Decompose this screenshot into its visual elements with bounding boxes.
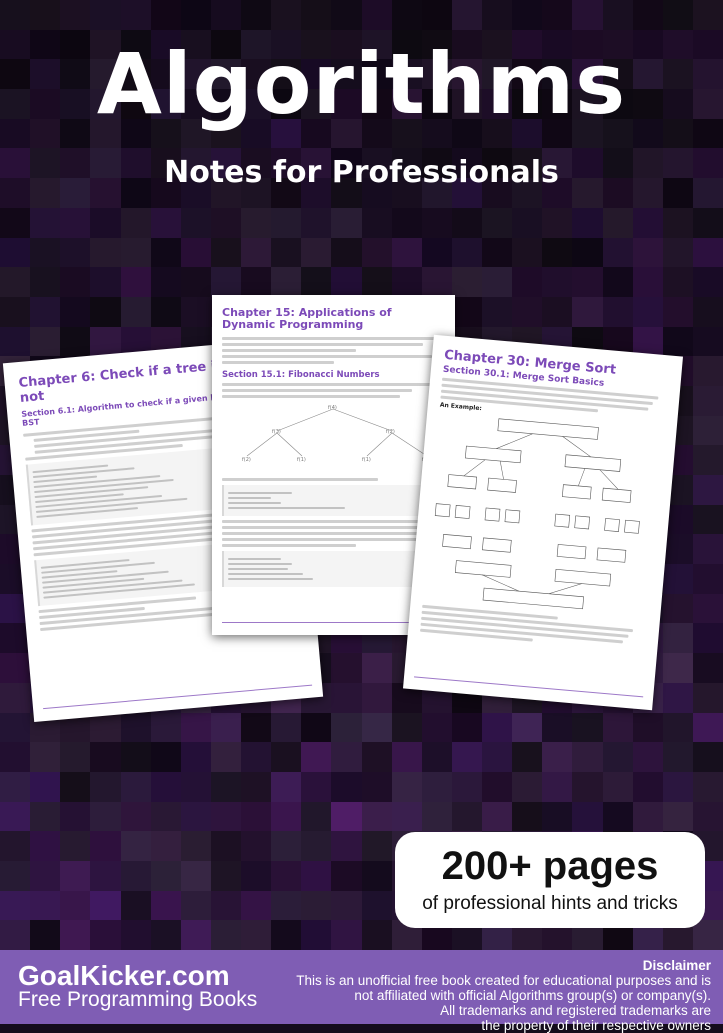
disclaimer-line: This is an unofficial free book created …: [296, 973, 711, 988]
svg-text:f(4): f(4): [328, 405, 337, 411]
badge-tagline: of professional hints and tricks: [422, 893, 678, 914]
disclaimer: Disclaimer This is an unofficial free bo…: [241, 958, 711, 1033]
section-title: Section 15.1: Fibonacci Numbers: [222, 370, 380, 380]
page-count-badge: 200+ pages of professional hints and tri…: [395, 832, 705, 928]
disclaimer-line: the property of their respective owners: [481, 1018, 711, 1033]
svg-text:f(1): f(1): [297, 457, 306, 463]
svg-text:f(2): f(2): [242, 457, 251, 463]
book-subtitle: Notes for Professionals: [164, 155, 559, 190]
brand-tagline: Free Programming Books: [18, 988, 258, 1011]
footer-bar: GoalKicker.com Free Programming Books Di…: [0, 950, 723, 1033]
svg-text:f(1): f(1): [362, 457, 371, 463]
disclaimer-line: All trademarks and registered trademarks…: [440, 1003, 711, 1018]
chapter-title: Chapter 15: Applications of Dynamic Prog…: [222, 306, 392, 331]
svg-text:f(3): f(3): [272, 429, 281, 435]
page-count: 200+ pages: [441, 844, 659, 888]
disclaimer-line: not affiliated with official Algorithms …: [354, 988, 711, 1003]
svg-text:f(2): f(2): [386, 429, 395, 435]
preview-page-merge-sort: Chapter 30: Merge Sort Section 30.1: Mer…: [403, 334, 683, 711]
merge-sort-diagram: [434, 418, 640, 610]
recursion-tree-diagram: f(4)f(3)f(2) f(2)f(1)f(1)f(0): [242, 405, 431, 463]
book-title: Algorithms: [96, 35, 627, 133]
disclaimer-title: Disclaimer: [642, 958, 711, 973]
